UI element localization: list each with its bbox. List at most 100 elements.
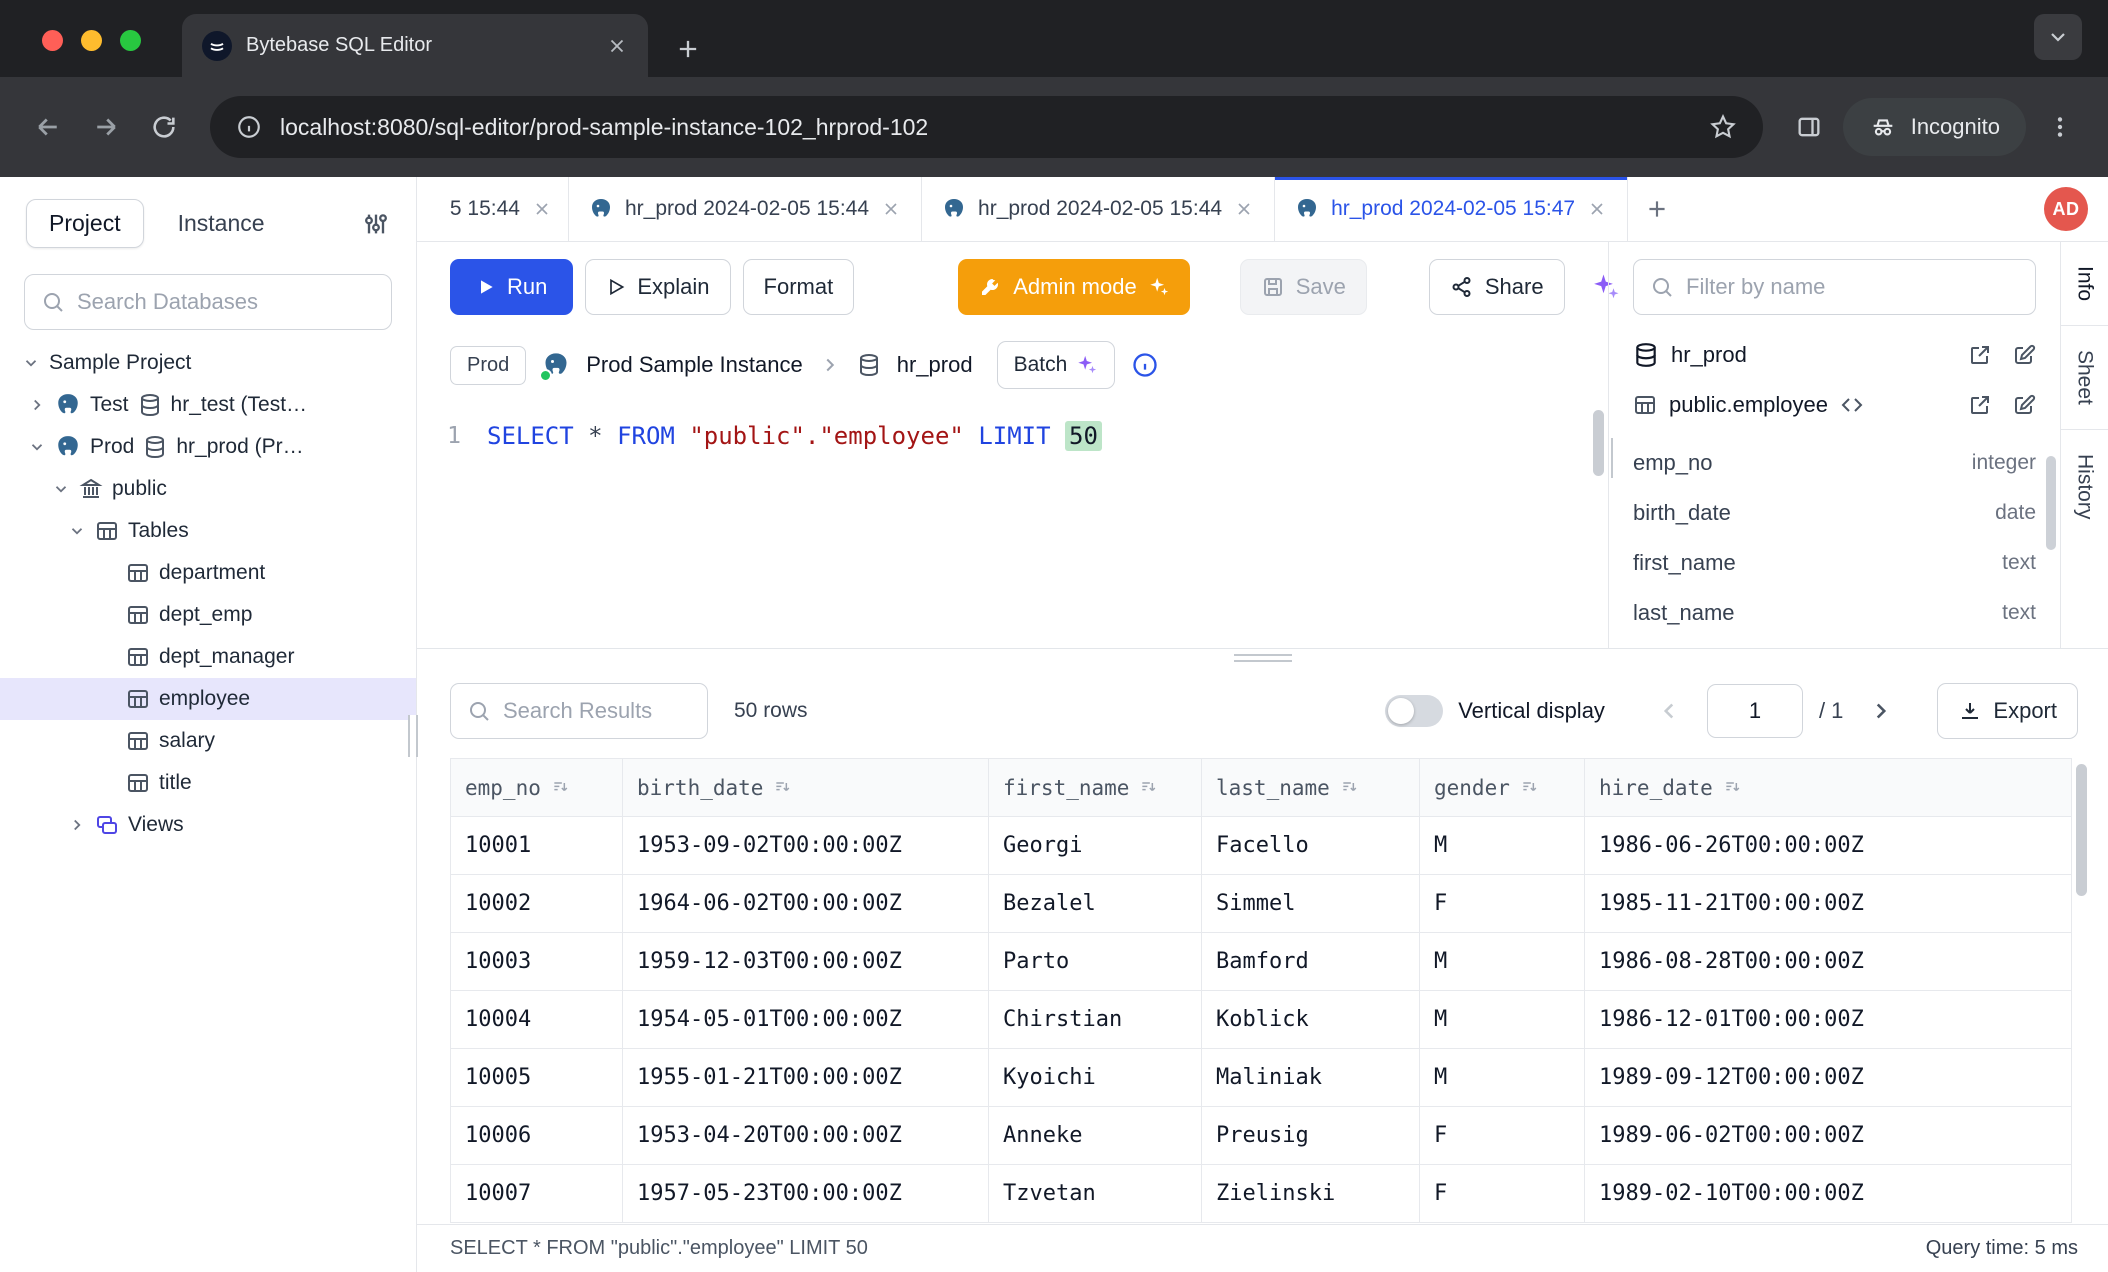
forward-button[interactable] (82, 103, 130, 151)
admin-mode-button[interactable]: Admin mode (958, 259, 1190, 315)
close-icon[interactable] (1587, 199, 1607, 219)
tab-search-button[interactable] (2034, 14, 2082, 60)
column-row[interactable]: emp_no integer (1633, 438, 2036, 488)
bookmark-star-icon[interactable] (1709, 113, 1737, 141)
cell[interactable]: 10004 (451, 991, 623, 1049)
share-button[interactable]: Share (1429, 259, 1565, 315)
external-link-icon[interactable] (1968, 343, 1992, 367)
site-info-icon[interactable] (236, 114, 262, 140)
cell[interactable]: 1986-12-01T00:00:00Z (1585, 991, 2072, 1049)
column-header[interactable]: emp_no (451, 759, 623, 817)
close-tab-icon[interactable] (606, 35, 628, 57)
database-search[interactable] (24, 274, 392, 330)
column-row[interactable]: first_name text (1633, 538, 2036, 588)
new-tab-button[interactable] (674, 35, 702, 63)
column-header[interactable]: last_name (1202, 759, 1420, 817)
tab-project[interactable]: Project (26, 199, 144, 248)
schema-filter[interactable] (1633, 259, 2036, 315)
cell[interactable]: 1986-06-26T00:00:00Z (1585, 817, 2072, 875)
tree-item-sample-project[interactable]: Sample Project (0, 342, 416, 384)
cell[interactable]: Preusig (1202, 1107, 1420, 1165)
cell[interactable]: 1957-05-23T00:00:00Z (623, 1165, 989, 1223)
column-header[interactable]: first_name (989, 759, 1202, 817)
cell[interactable]: Koblick (1202, 991, 1420, 1049)
cell[interactable]: 10003 (451, 933, 623, 991)
panel-resize-handle[interactable] (1608, 438, 1613, 478)
next-page-button[interactable] (1859, 689, 1903, 733)
zoom-window-button[interactable] (120, 30, 141, 51)
page-input[interactable] (1707, 684, 1803, 738)
cell[interactable]: Bamford (1202, 933, 1420, 991)
edit-pencil-icon[interactable] (2012, 343, 2036, 367)
cell[interactable]: M (1420, 991, 1585, 1049)
run-button[interactable]: Run (450, 259, 573, 315)
cell[interactable]: 1989-02-10T00:00:00Z (1585, 1165, 2072, 1223)
format-button[interactable]: Format (743, 259, 855, 315)
address-bar[interactable]: localhost:8080/sql-editor/prod-sample-in… (210, 96, 1763, 158)
column-header[interactable]: gender (1420, 759, 1585, 817)
tree-item-public-schema[interactable]: public (0, 468, 416, 510)
column-row[interactable]: birth_date date (1633, 488, 2036, 538)
side-panel-icon[interactable] (1785, 103, 1833, 151)
vertical-display-toggle[interactable] (1385, 695, 1443, 727)
cell[interactable]: Zielinski (1202, 1165, 1420, 1223)
results-splitter[interactable] (417, 648, 2108, 664)
back-button[interactable] (24, 103, 72, 151)
cell[interactable]: 1959-12-03T00:00:00Z (623, 933, 989, 991)
cell[interactable]: M (1420, 1049, 1585, 1107)
cell[interactable]: 10001 (451, 817, 623, 875)
editor-scrollbar[interactable] (1593, 410, 1604, 476)
cell[interactable]: 10007 (451, 1165, 623, 1223)
tree-settings-icon[interactable] (362, 210, 390, 238)
instance-name[interactable]: Prod Sample Instance (586, 352, 802, 378)
tree-item-table-department[interactable]: department (0, 552, 416, 594)
column-header[interactable]: birth_date (623, 759, 989, 817)
user-avatar[interactable]: AD (2044, 187, 2088, 231)
cell[interactable]: M (1420, 933, 1585, 991)
database-search-input[interactable] (77, 289, 375, 315)
cell[interactable]: 1953-04-20T00:00:00Z (623, 1107, 989, 1165)
database-name[interactable]: hr_prod (897, 352, 973, 378)
tree-item-hr-prod[interactable]: Prod hr_prod (Pr… (0, 426, 416, 468)
tree-item-tables[interactable]: Tables (0, 510, 416, 552)
editor-tab-1[interactable]: hr_prod 2024-02-05 15:44 (569, 177, 922, 241)
tree-item-views[interactable]: Views (0, 804, 416, 846)
add-sheet-button[interactable] (1628, 177, 1686, 241)
environment-chip[interactable]: Prod (450, 346, 526, 385)
schema-database-row[interactable]: hr_prod (1633, 342, 2036, 368)
editor-tab-0[interactable]: 5 15:44 (417, 177, 569, 241)
prev-page-button[interactable] (1647, 689, 1691, 733)
side-tab-sheet[interactable]: Sheet (2061, 326, 2108, 430)
cell[interactable]: 1953-09-02T00:00:00Z (623, 817, 989, 875)
cell[interactable]: F (1420, 875, 1585, 933)
side-tab-history[interactable]: History (2061, 430, 2108, 543)
cell[interactable]: Kyoichi (989, 1049, 1202, 1107)
close-icon[interactable] (881, 199, 901, 219)
sql-code-line[interactable]: SELECT * FROM "public"."employee" LIMIT … (487, 416, 1102, 648)
close-icon[interactable] (532, 199, 552, 219)
side-tab-info[interactable]: Info (2061, 242, 2108, 326)
tree-item-table-salary[interactable]: salary (0, 720, 416, 762)
results-search-input[interactable] (503, 698, 691, 724)
info-icon[interactable] (1131, 351, 1159, 379)
cell[interactable]: 10006 (451, 1107, 623, 1165)
cell[interactable]: Facello (1202, 817, 1420, 875)
editor-tab-3-active[interactable]: hr_prod 2024-02-05 15:47 (1275, 177, 1628, 241)
cell[interactable]: 10005 (451, 1049, 623, 1107)
reload-button[interactable] (140, 103, 188, 151)
cell[interactable]: 1989-06-02T00:00:00Z (1585, 1107, 2072, 1165)
column-list-scrollbar[interactable] (2046, 456, 2056, 550)
cell[interactable]: F (1420, 1107, 1585, 1165)
column-header[interactable]: hire_date (1585, 759, 2072, 817)
cell[interactable]: 1954-05-01T00:00:00Z (623, 991, 989, 1049)
cell[interactable]: 1964-06-02T00:00:00Z (623, 875, 989, 933)
browser-menu-icon[interactable] (2036, 103, 2084, 151)
save-button[interactable]: Save (1240, 259, 1367, 315)
cell[interactable]: 1989-09-12T00:00:00Z (1585, 1049, 2072, 1107)
edit-pencil-icon[interactable] (2012, 393, 2036, 417)
explain-button[interactable]: Explain (585, 259, 730, 315)
external-link-icon[interactable] (1968, 393, 1992, 417)
cell[interactable]: Tzvetan (989, 1165, 1202, 1223)
editor-tab-2[interactable]: hr_prod 2024-02-05 15:44 (922, 177, 1275, 241)
column-row[interactable]: last_name text (1633, 588, 2036, 638)
